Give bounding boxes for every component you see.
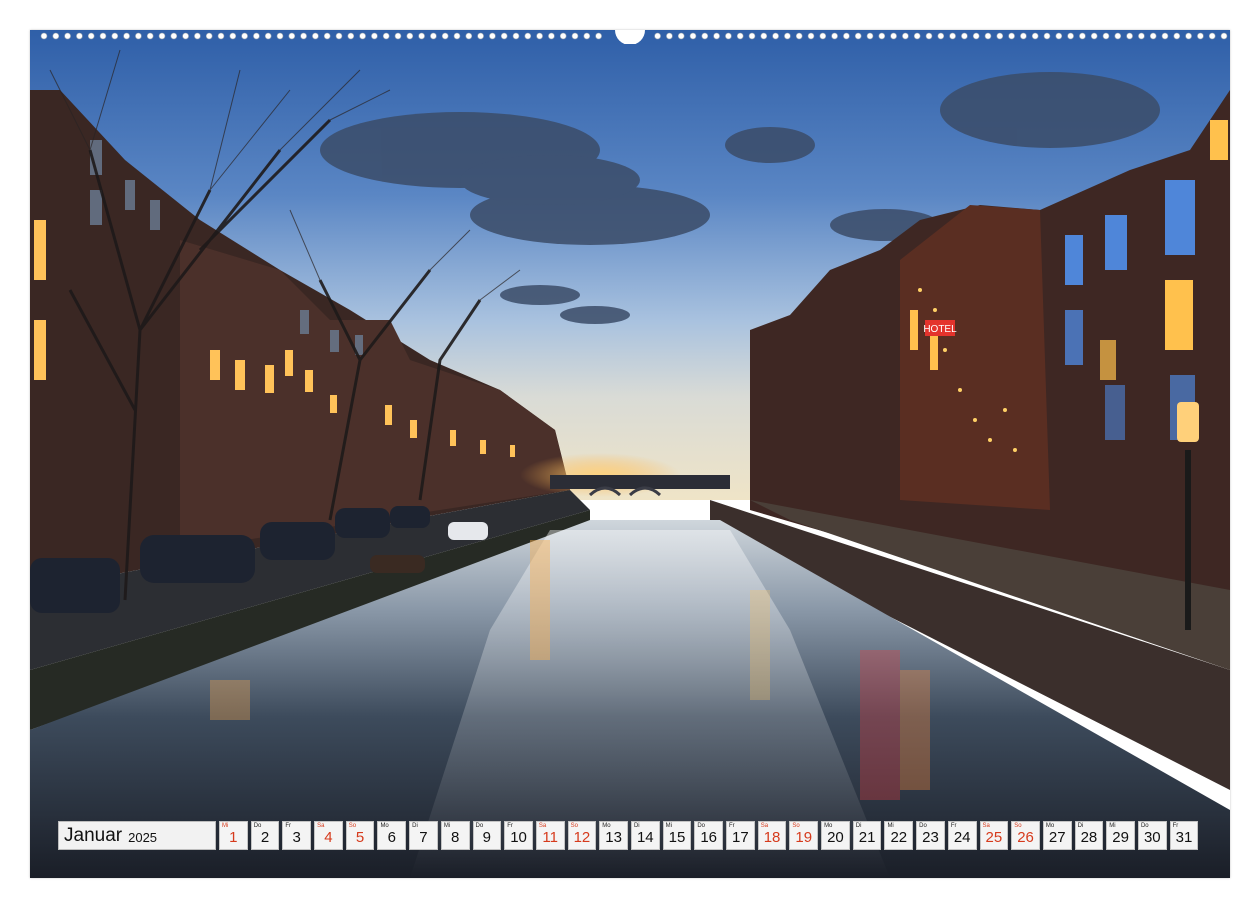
day-cell: Di 14: [630, 821, 660, 850]
day-number: 4: [324, 829, 333, 846]
day-number: 3: [292, 829, 301, 846]
day-number: 17: [732, 829, 749, 846]
day-number: 12: [573, 829, 591, 846]
day-number: 10: [510, 829, 527, 846]
day-number: 31: [1175, 829, 1193, 846]
day-cell: Mi 22: [884, 821, 914, 850]
day-cell: Do 30: [1137, 821, 1167, 850]
month-name: Januar: [64, 824, 123, 846]
day-cell: Mi 1: [219, 821, 248, 850]
day-cell: Do 2: [250, 821, 280, 850]
day-number: 15: [668, 829, 686, 846]
day-number: 7: [419, 829, 428, 846]
day-number: 24: [953, 829, 971, 846]
photo-illustration: HOTEL: [30, 30, 1230, 878]
day-cell: Fr 17: [726, 821, 755, 850]
day-cell: Do 16: [694, 821, 723, 850]
day-cell: Do 23: [916, 821, 945, 850]
day-cell: Mo 6: [377, 821, 407, 850]
calendar-page: HOTEL Januar 2025 Mi 1 Do 2 Fr 3 Sa 4 So…: [0, 0, 1260, 908]
day-cell: So 5: [345, 821, 375, 850]
day-number: 2: [260, 829, 270, 846]
year-label: 2025: [128, 830, 158, 845]
day-number: 23: [922, 829, 939, 846]
day-cell: Sa 18: [757, 821, 787, 850]
day-cell: Sa 11: [535, 821, 565, 850]
day-cell: Fr 3: [282, 821, 312, 850]
day-cell: So 26: [1011, 821, 1040, 850]
day-cell: Mi 8: [440, 821, 470, 850]
day-number: 19: [795, 829, 813, 846]
month-label-box: Januar 2025: [58, 821, 216, 850]
day-cell: Mi 29: [1106, 821, 1135, 850]
day-cell: Di 21: [852, 821, 882, 850]
day-cell: Fr 10: [504, 821, 533, 850]
calendar-strip: Januar 2025 Mi 1 Do 2 Fr 3 Sa 4 So 5 Mo 6 Di 7 Mi 8 Do 9 F…: [58, 821, 1199, 850]
day-cell: Sa 25: [979, 821, 1009, 850]
day-number: 25: [985, 829, 1003, 846]
day-cell: Mi 15: [662, 821, 692, 850]
day-number: 27: [1048, 829, 1066, 846]
day-number: 16: [700, 829, 717, 846]
day-number: 22: [890, 829, 908, 846]
day-number: 14: [636, 829, 654, 846]
day-number: 11: [542, 829, 558, 846]
day-number: 29: [1112, 829, 1129, 846]
day-cell: So 12: [567, 821, 597, 850]
day-cell: Mo 13: [599, 821, 628, 850]
day-number: 26: [1017, 829, 1034, 846]
day-cell: Di 28: [1074, 821, 1104, 850]
day-number: 8: [450, 829, 460, 846]
day-cell: Do 9: [472, 821, 502, 850]
day-number: 5: [355, 829, 365, 846]
day-cell: So 19: [789, 821, 819, 850]
day-cell: Sa 4: [314, 821, 343, 850]
day-cell: Fr 24: [947, 821, 977, 850]
day-number: 1: [229, 829, 238, 846]
day-cell: Fr 31: [1169, 821, 1199, 850]
day-number: 30: [1143, 829, 1161, 846]
day-number: 28: [1080, 829, 1098, 846]
day-number: 18: [763, 829, 781, 846]
day-number: 6: [387, 829, 396, 846]
day-cell: Mo 20: [821, 821, 850, 850]
day-cell: Di 7: [409, 821, 438, 850]
day-number: 20: [827, 829, 844, 846]
day-number: 9: [482, 829, 492, 846]
hotel-sign: HOTEL: [923, 324, 957, 335]
day-number: 13: [605, 829, 622, 846]
amsterdam-canal-photo: HOTEL: [30, 30, 1230, 878]
day-cell: Mo 27: [1042, 821, 1072, 850]
day-number: 21: [858, 829, 876, 846]
